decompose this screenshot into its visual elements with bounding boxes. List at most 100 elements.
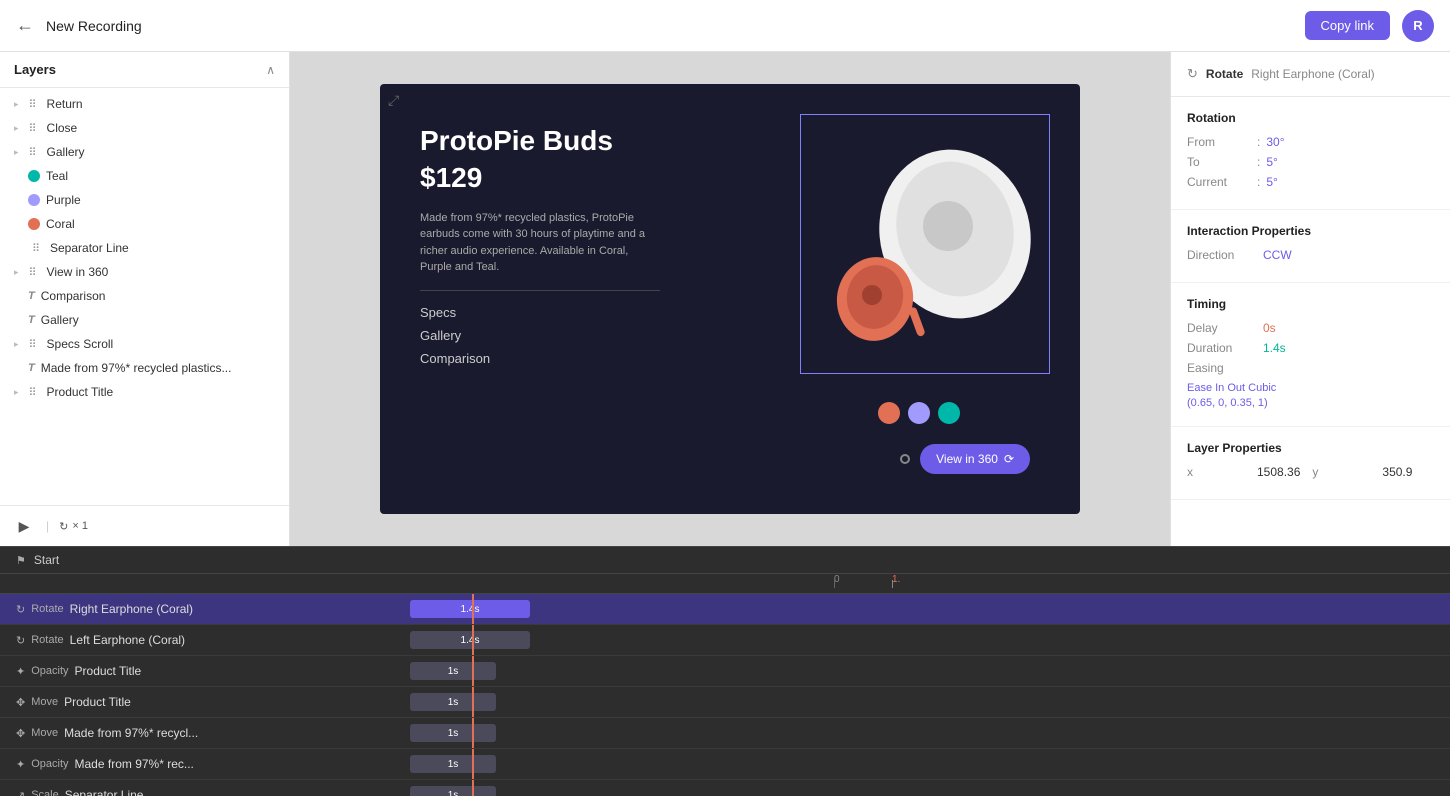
color-circles	[878, 402, 960, 424]
component-icon: ⠿	[25, 386, 41, 399]
timeline-bar-4[interactable]: 1s	[410, 724, 496, 742]
direction-value: CCW	[1263, 248, 1292, 262]
timeline-row-3[interactable]: ✥ Move Product Title 1s	[0, 687, 1450, 717]
tl-icon-4: ✥	[16, 727, 25, 740]
tl-icon-6: ↗	[16, 789, 25, 796]
tl-action-0: Rotate	[31, 603, 63, 615]
tl-action-2: Opacity	[31, 665, 68, 677]
purple-dot	[28, 194, 40, 206]
delay-row: Delay 0s	[1187, 321, 1434, 335]
layer-item-gallery-group[interactable]: ▸ ⠿ Gallery	[0, 140, 289, 164]
duration-row: Duration 1.4s	[1187, 341, 1434, 355]
view360-button[interactable]: View in 360 ⟳	[920, 444, 1030, 474]
duration-value: 1.4s	[1263, 341, 1286, 355]
back-button[interactable]: ←	[16, 15, 34, 36]
tl-action-5: Opacity	[31, 758, 68, 770]
product-price: $129	[420, 162, 660, 194]
nav-comparison[interactable]: Comparison	[420, 351, 660, 366]
layer-item-close[interactable]: ▸ ⠿ Close	[0, 116, 289, 140]
layer-item-view360[interactable]: ▸ ⠿ View in 360	[0, 260, 289, 284]
layer-item-coral[interactable]: Coral	[0, 212, 289, 236]
loop-badge: ↻ × 1	[59, 520, 88, 533]
tl-action-4: Move	[31, 727, 58, 739]
timeline-label-2: ✦ Opacity Product Title	[0, 664, 410, 678]
direction-row: Direction CCW	[1187, 248, 1434, 262]
properties-panel: ↻ Rotate Right Earphone (Coral) Rotation…	[1170, 52, 1450, 546]
color-coral[interactable]	[878, 402, 900, 424]
component-icon: ⠿	[25, 266, 41, 279]
play-button[interactable]: ▶	[12, 514, 36, 538]
timeline-row-5[interactable]: ✦ Opacity Made from 97%* rec... 1s	[0, 749, 1450, 779]
y-value: 350.9	[1382, 465, 1412, 479]
timeline-row-6[interactable]: ↗ Scale Separator Line 1s	[0, 780, 1450, 796]
playhead-3	[472, 687, 474, 717]
timeline-bar-0[interactable]: 1.4s	[410, 600, 530, 618]
product-desc: Made from 97%* recycled plastics, ProtoP…	[420, 210, 660, 276]
from-value: 30°	[1266, 135, 1284, 149]
text-type-icon: T	[28, 314, 35, 326]
loop-icon: ↻	[59, 520, 68, 533]
layer-item-separator-line[interactable]: ⠿ Separator Line	[0, 236, 289, 260]
delay-value: 0s	[1263, 321, 1276, 335]
timeline-bar-3[interactable]: 1s	[410, 693, 496, 711]
start-icon: ⚑	[16, 554, 26, 567]
tl-icon-0: ↻	[16, 603, 25, 616]
timeline-row-4[interactable]: ✥ Move Made from 97%* recycl... 1s	[0, 718, 1450, 748]
layer-item-product-title[interactable]: ▸ ⠿ Product Title	[0, 380, 289, 404]
timeline-row-0[interactable]: ↻ Rotate Right Earphone (Coral) 1.4s	[0, 594, 1450, 624]
layer-item-return[interactable]: ▸ ⠿ Return	[0, 92, 289, 116]
timing-section: Timing Delay 0s Duration 1.4s Easing Eas…	[1171, 283, 1450, 427]
layers-list: ▸ ⠿ Return ▸ ⠿ Close ▸ ⠿ Gallery Teal Pu…	[0, 88, 289, 505]
to-label: To	[1187, 155, 1257, 169]
timeline-row-1[interactable]: ↻ Rotate Left Earphone (Coral) 1.4s	[0, 625, 1450, 655]
props-header: ↻ Rotate Right Earphone (Coral)	[1171, 52, 1450, 97]
tl-action-1: Rotate	[31, 634, 63, 646]
layer-item-gallery-text[interactable]: T Gallery	[0, 308, 289, 332]
loop-count: × 1	[72, 520, 88, 532]
nav-specs[interactable]: Specs	[420, 305, 660, 320]
interaction-title: Interaction Properties	[1187, 224, 1434, 238]
view360-area: View in 360 ⟳	[900, 444, 1030, 474]
timeline-label-6: ↗ Scale Separator Line	[0, 788, 410, 796]
y-label: y	[1312, 465, 1382, 479]
layers-header: Layers ∧	[0, 52, 289, 88]
props-action-label: Rotate	[1206, 67, 1243, 81]
collapse-icon: ▸	[14, 123, 19, 134]
layer-item-teal[interactable]: Teal	[0, 164, 289, 188]
easing-row: Easing	[1187, 361, 1434, 375]
tl-icon-5: ✦	[16, 758, 25, 771]
timeline-track-4: 1s	[410, 718, 1450, 748]
timeline-label-5: ✦ Opacity Made from 97%* rec...	[0, 757, 410, 771]
timeline-area: ⚑ Start 0 1. ↻ Rotate Right Earphone (Co…	[0, 546, 1450, 796]
timeline-bar-2[interactable]: 1s	[410, 662, 496, 680]
timeline-track-1: 1.4s	[410, 625, 1450, 655]
timeline-row-2[interactable]: ✦ Opacity Product Title 1s	[0, 656, 1450, 686]
collapse-icon: ▸	[14, 339, 19, 350]
timeline-bar-5[interactable]: 1s	[410, 755, 496, 773]
color-purple[interactable]	[908, 402, 930, 424]
layer-item-purple[interactable]: Purple	[0, 188, 289, 212]
coral-dot	[28, 218, 40, 230]
nav-gallery[interactable]: Gallery	[420, 328, 660, 343]
timeline-bar-1[interactable]: 1.4s	[410, 631, 530, 649]
text-type-icon: T	[28, 290, 35, 302]
timeline-bar-6[interactable]: 1s	[410, 786, 496, 796]
product-info: ProtoPie Buds $129 Made from 97%* recycl…	[420, 124, 660, 366]
copy-link-button[interactable]: Copy link	[1305, 11, 1390, 40]
tl-target-2: Product Title	[75, 664, 142, 678]
component-icon: ⠿	[25, 122, 41, 135]
text-type-icon: T	[28, 362, 35, 374]
color-teal[interactable]	[938, 402, 960, 424]
layer-item-made-from[interactable]: T Made from 97%* recycled plastics...	[0, 356, 289, 380]
layer-item-specs-scroll[interactable]: ▸ ⠿ Specs Scroll	[0, 332, 289, 356]
expand-icon[interactable]: ⤢	[388, 92, 399, 109]
playhead-1	[472, 625, 474, 655]
props-target-label: Right Earphone (Coral)	[1251, 67, 1374, 81]
layer-item-comparison[interactable]: T Comparison	[0, 284, 289, 308]
radio-button[interactable]	[900, 454, 910, 464]
collapse-icon: ▸	[14, 387, 19, 398]
layers-title: Layers	[14, 62, 56, 77]
interaction-section: Interaction Properties Direction CCW	[1171, 210, 1450, 283]
layers-collapse-icon[interactable]: ∧	[266, 63, 275, 77]
timing-title: Timing	[1187, 297, 1434, 311]
